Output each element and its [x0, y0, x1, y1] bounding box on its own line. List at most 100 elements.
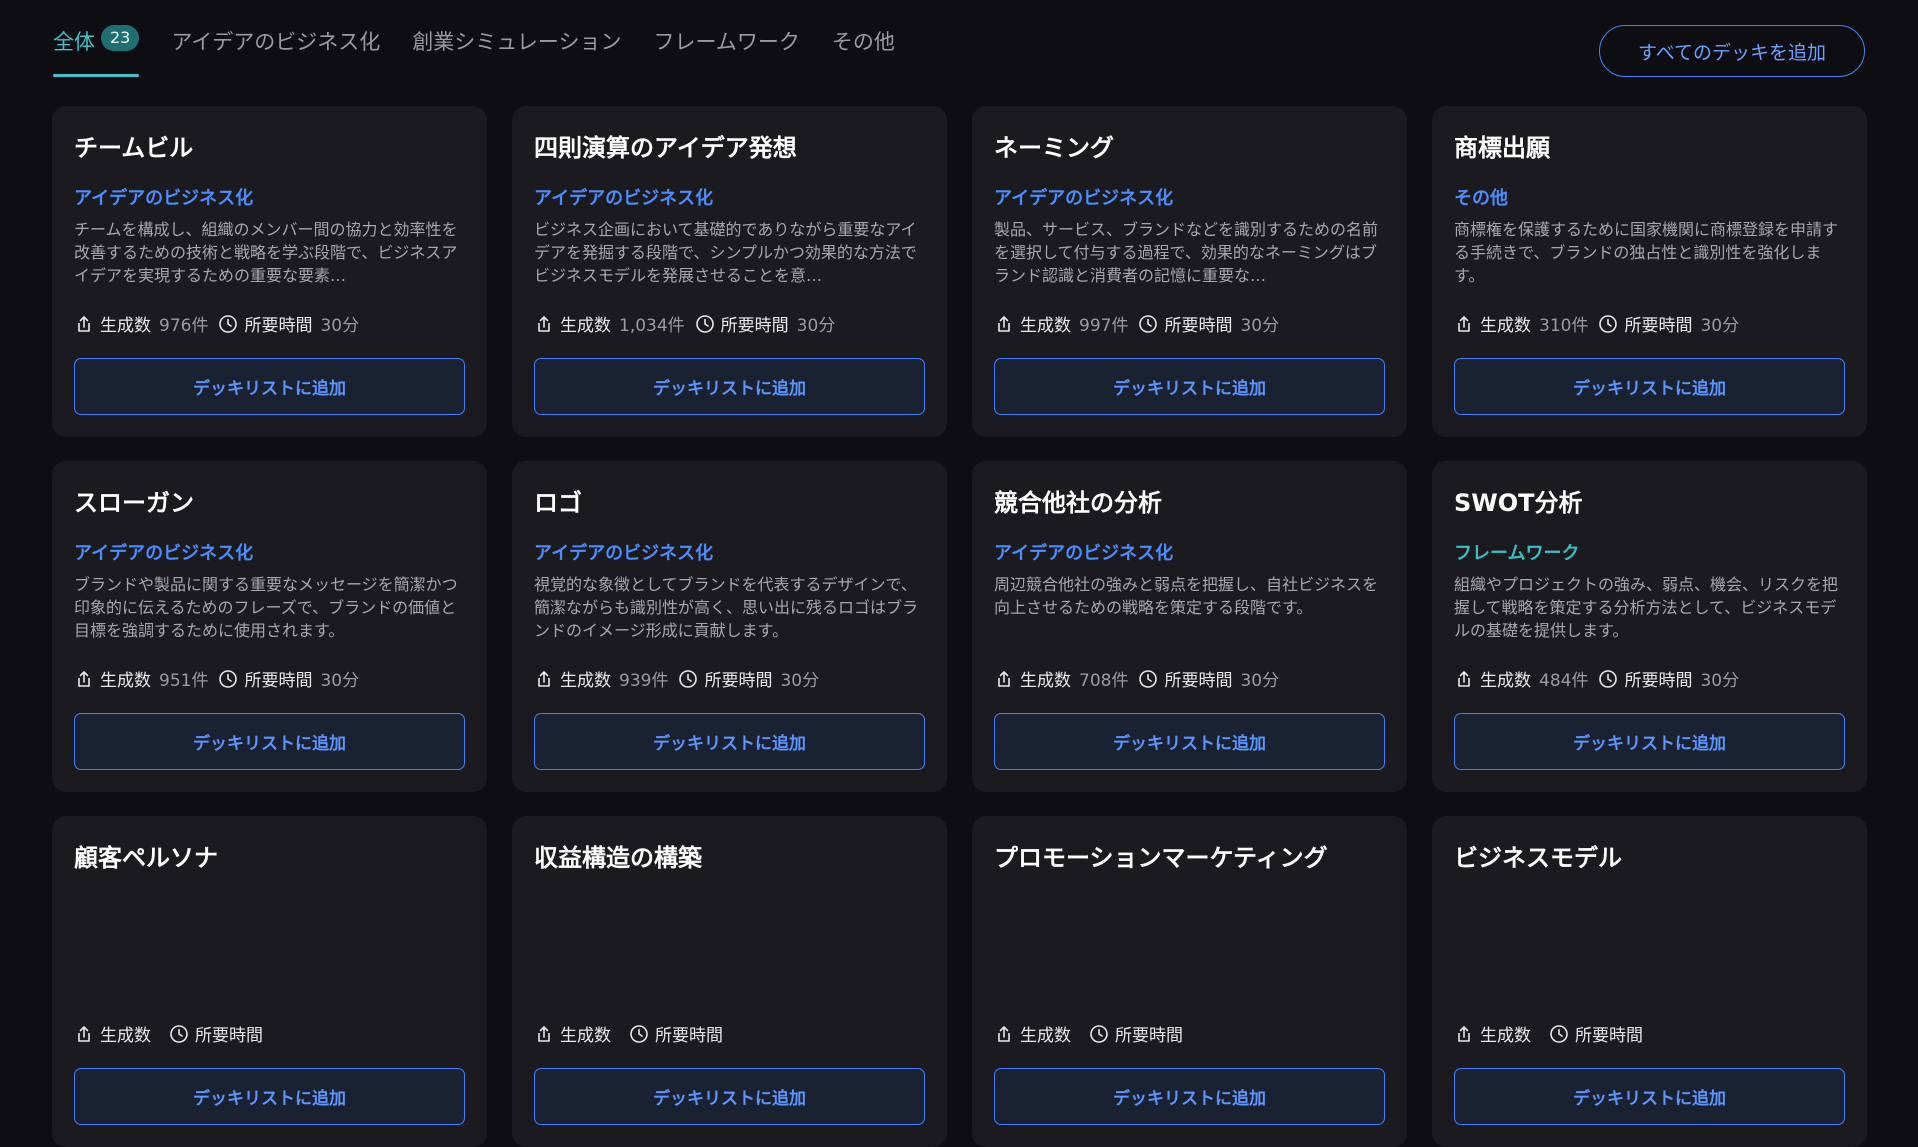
deck-category: アイデアのビジネス化 [994, 543, 1174, 564]
deck-category: アイデアのビジネス化 [534, 188, 714, 209]
clock-icon [170, 1024, 188, 1043]
generated-count: 951件 [159, 671, 209, 691]
add-to-decklist-button[interactable]: デッキリストに追加 [1454, 358, 1845, 415]
tab-idea-business[interactable]: アイデアのビジネス化 [171, 26, 380, 76]
generated-label: 生成数 [1480, 1026, 1531, 1046]
deck-card: 収益構造の構築 生成数 所要時間 デッキリストに追加 [512, 816, 947, 1147]
deck-title: スローガン [74, 489, 194, 517]
deck-meta: 生成数 951件 所要時間 30分 [74, 666, 369, 691]
deck-card: ビジネスモデル 生成数 所要時間 デッキリストに追加 [1432, 816, 1867, 1147]
category-tabs: 全体 23 アイデアのビジネス化 創業シミュレーション フレームワーク その他 [53, 25, 927, 77]
add-to-decklist-button[interactable]: デッキリストに追加 [74, 358, 465, 415]
add-to-decklist-button[interactable]: デッキリストに追加 [74, 1068, 465, 1125]
deck-category: その他 [1454, 188, 1508, 209]
top-bar: 全体 23 アイデアのビジネス化 創業シミュレーション フレームワーク その他 … [0, 0, 1918, 90]
deck-description: チームを構成し、組織のメンバー間の協力と効率性を改善するための技術と戦略を学ぶ段… [74, 220, 458, 285]
add-all-decks-button[interactable]: すべてのデッキを追加 [1599, 25, 1865, 77]
deck-card: 顧客ペルソナ 生成数 所要時間 デッキリストに追加 [52, 816, 487, 1147]
time-label: 所要時間 [655, 1026, 723, 1046]
time-label: 所要時間 [1575, 1026, 1643, 1046]
deck-card: 四則演算のアイデア発想 アイデアのビジネス化 ビジネス企画において基礎的でありな… [512, 106, 947, 437]
tab-label: フレームワーク [653, 30, 800, 54]
time-value: 30分 [1240, 671, 1280, 691]
deck-category: アイデアのビジネス化 [74, 543, 254, 564]
share-icon [998, 315, 1010, 332]
deck-meta: 生成数 997件 所要時間 30分 [994, 311, 1289, 336]
generated-count: 939件 [619, 671, 669, 691]
add-to-decklist-button[interactable]: デッキリストに追加 [534, 713, 925, 770]
clock-icon [1090, 1024, 1108, 1043]
tab-label: 全体 [53, 30, 95, 54]
clock-icon [1550, 1024, 1568, 1043]
time-value: 30分 [320, 671, 360, 691]
deck-card: 商標出願 その他 商標権を保護するために国家機関に商標登録を申請する手続きで、ブ… [1432, 106, 1867, 437]
deck-category: アイデアのビジネス化 [534, 543, 714, 564]
add-to-decklist-button[interactable]: デッキリストに追加 [1454, 1068, 1845, 1125]
deck-title: 商標出願 [1454, 134, 1550, 162]
deck-meta: 生成数 939件 所要時間 30分 [534, 666, 829, 691]
add-to-decklist-button[interactable]: デッキリストに追加 [994, 1068, 1385, 1125]
deck-meta: 生成数 所要時間 [74, 1021, 281, 1046]
clock-icon [679, 669, 698, 688]
share-icon [538, 670, 550, 687]
add-to-decklist-button[interactable]: デッキリストに追加 [994, 713, 1385, 770]
deck-title: 競合他社の分析 [994, 489, 1162, 517]
deck-card: ネーミング アイデアのビジネス化 製品、サービス、ブランドなどを識別するための名… [972, 106, 1407, 437]
tab-framework[interactable]: フレームワーク [653, 26, 799, 76]
deck-meta: 生成数 708件 所要時間 30分 [994, 666, 1289, 691]
deck-description: 組織やプロジェクトの強み、弱点、機会、リスクを把握して戦略を策定する分析方法とし… [1454, 575, 1839, 640]
tab-startup-simulation[interactable]: 創業シミュレーション [412, 26, 621, 76]
deck-description: 製品、サービス、ブランドなどを識別するための名前を選択して付与する過程で、効果的… [994, 220, 1379, 285]
time-label: 所要時間 [1164, 316, 1233, 336]
deck-meta: 生成数 310件 所要時間 30分 [1454, 311, 1749, 336]
deck-description: 周辺競合他社の強みと弱点を把握し、自社ビジネスを向上させるための戦略を策定する段… [994, 575, 1379, 617]
add-to-decklist-button[interactable]: デッキリストに追加 [1454, 713, 1845, 770]
deck-description: ビジネス企画において基礎的でありながら重要なアイデアを発掘する段階で、シンプルか… [534, 220, 917, 285]
clock-icon [219, 669, 238, 688]
deck-card: 競合他社の分析 アイデアのビジネス化 周辺競合他社の強みと弱点を把握し、自社ビジ… [972, 461, 1407, 792]
clock-icon [219, 314, 238, 333]
generated-count: 976件 [159, 316, 209, 336]
generated-label: 生成数 [560, 671, 611, 691]
generated-label: 生成数 [1480, 316, 1531, 336]
clock-icon [630, 1024, 648, 1043]
deck-card: ロゴ アイデアのビジネス化 視覚的な象徴としてブランドを代表するデザインで、簡潔… [512, 461, 947, 792]
tab-label: 創業シミュレーション [412, 30, 622, 54]
deck-card: チームビル アイデアのビジネス化 チームを構成し、組織のメンバー間の協力と効率性… [52, 106, 487, 437]
deck-card: スローガン アイデアのビジネス化 ブランドや製品に関する重要なメッセージを簡潔か… [52, 461, 487, 792]
tab-other[interactable]: その他 [832, 26, 895, 76]
deck-card: プロモーションマーケティング 生成数 所要時間 デッキリストに追加 [972, 816, 1407, 1147]
clock-icon [695, 314, 714, 333]
clock-icon [1599, 669, 1618, 688]
deck-meta: 生成数 所要時間 [994, 1021, 1201, 1046]
deck-title: 四則演算のアイデア発想 [534, 134, 797, 162]
share-icon [78, 1025, 90, 1042]
generated-label: 生成数 [100, 1026, 151, 1046]
time-label: 所要時間 [720, 316, 789, 336]
tab-all[interactable]: 全体 23 [53, 25, 140, 77]
add-to-decklist-button[interactable]: デッキリストに追加 [534, 358, 925, 415]
time-label: 所要時間 [1624, 671, 1693, 691]
deck-description: 商標権を保護するために国家機関に商標登録を申請する手続きで、ブランドの独占性と識… [1454, 220, 1839, 285]
deck-title: プロモーションマーケティング [994, 844, 1328, 872]
deck-meta: 生成数 976件 所要時間 30分 [74, 311, 369, 336]
time-value: 30分 [1240, 316, 1280, 336]
generated-label: 生成数 [100, 671, 151, 691]
time-label: 所要時間 [1624, 316, 1693, 336]
deck-meta: 生成数 所要時間 [534, 1021, 741, 1046]
add-to-decklist-button[interactable]: デッキリストに追加 [74, 713, 465, 770]
time-label: 所要時間 [244, 671, 313, 691]
add-to-decklist-button[interactable]: デッキリストに追加 [994, 358, 1385, 415]
deck-category: アイデアのビジネス化 [994, 188, 1174, 209]
share-icon [998, 670, 1010, 687]
clock-icon [1139, 314, 1158, 333]
deck-description: 視覚的な象徴としてブランドを代表するデザインで、簡潔ながらも識別性が高く、思い出… [534, 575, 919, 640]
clock-icon [1139, 669, 1158, 688]
tab-label: アイデアのビジネス化 [171, 30, 381, 54]
share-icon [538, 1025, 550, 1042]
time-value: 30分 [780, 671, 820, 691]
deck-title: ビジネスモデル [1454, 844, 1622, 872]
add-to-decklist-button[interactable]: デッキリストに追加 [534, 1068, 925, 1125]
generated-label: 生成数 [560, 316, 611, 336]
time-label: 所要時間 [704, 671, 773, 691]
